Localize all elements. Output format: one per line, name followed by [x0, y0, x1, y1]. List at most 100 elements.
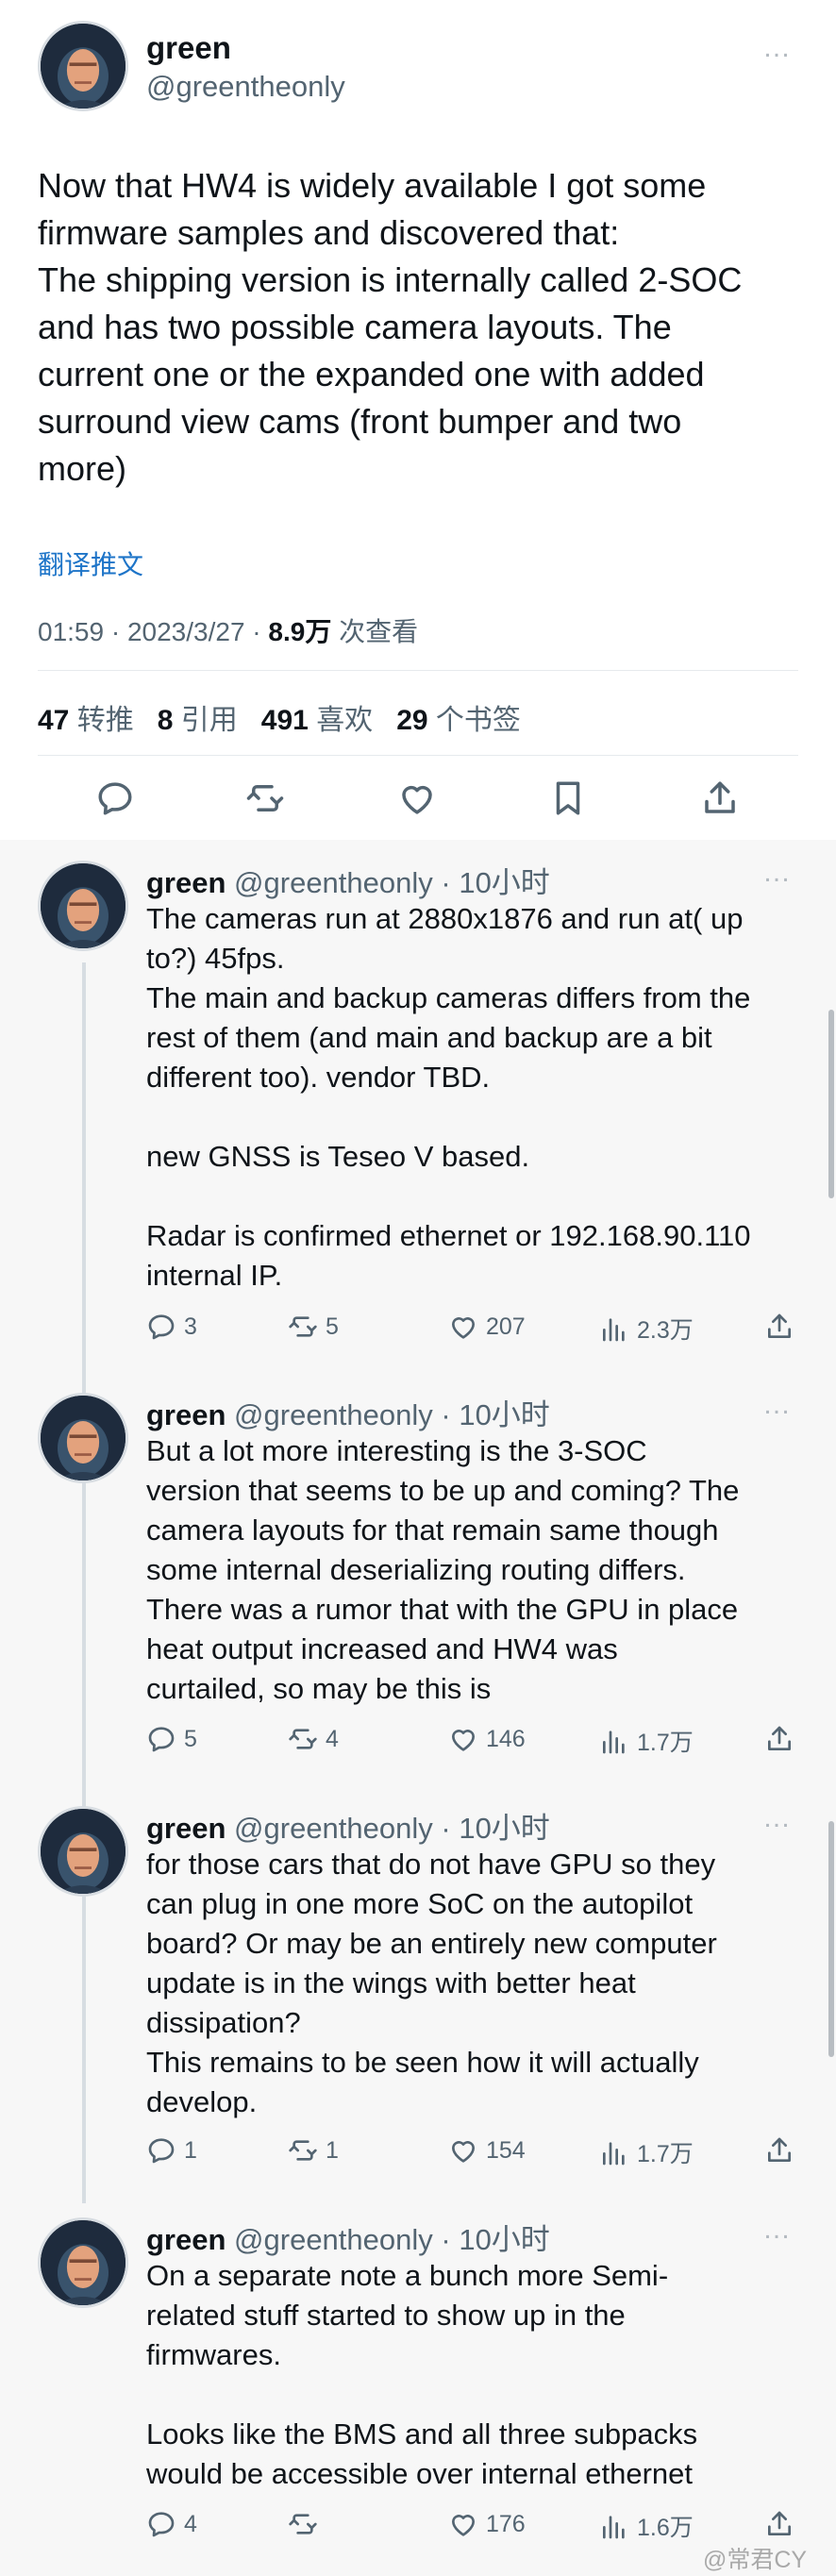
views-count: 2.3万: [637, 1317, 694, 1344]
like-icon: [452, 1317, 475, 1339]
reply-share-button[interactable]: [764, 1724, 794, 1754]
reply-avatar[interactable]: [38, 861, 128, 951]
reply-actions: 3 5 207 2.3万: [146, 1312, 807, 1349]
reply-icon: [148, 1314, 175, 1340]
share-icon: [768, 1313, 791, 1338]
tweet-time[interactable]: 01:59 · 2023/3/27 ·: [38, 617, 261, 646]
reply-retweet-button[interactable]: [288, 2509, 326, 2539]
reply-count: 4: [184, 2510, 197, 2537]
share-icon: [768, 2137, 791, 2162]
scrollbar[interactable]: [828, 1010, 834, 1198]
reply-author-name[interactable]: green: [146, 2223, 226, 2256]
reply-icon: [148, 1727, 175, 1752]
reply-views-button[interactable]: 1.6万: [599, 2509, 694, 2543]
more-options-icon[interactable]: …: [762, 2216, 794, 2244]
more-options-icon[interactable]: …: [762, 1391, 794, 1419]
retweet-count: 4: [326, 1725, 339, 1752]
views-count: 1.7万: [637, 2141, 694, 2167]
like-count: 146: [486, 1725, 526, 1752]
reply-actions: 5 4 146 1.7万: [146, 1724, 807, 1762]
reply-avatar[interactable]: [38, 2217, 128, 2308]
reply-like-button[interactable]: 154: [448, 2135, 526, 2166]
retweet-icon[interactable]: [245, 778, 285, 818]
reply-author-name[interactable]: green: [146, 866, 226, 899]
reply-header: green @greentheonly · 10小时: [146, 1804, 550, 1847]
reply-reply-button[interactable]: 1: [146, 2135, 197, 2166]
reply-reply-button[interactable]: 5: [146, 1724, 197, 1754]
reply-text: But a lot more interesting is the 3-SOC …: [146, 1434, 740, 1705]
reply-icon[interactable]: [95, 778, 135, 818]
reply-count: 5: [184, 1725, 197, 1752]
reply-author-name[interactable]: green: [146, 1398, 226, 1431]
scrollbar[interactable]: [828, 1821, 834, 2057]
reply-author-handle[interactable]: @greentheonly: [234, 1398, 433, 1431]
reply-count: 3: [184, 1313, 197, 1340]
reply-time[interactable]: · 10小时: [441, 1812, 549, 1845]
reply-views-button[interactable]: 1.7万: [599, 1724, 694, 1758]
avatar-image: [41, 2220, 125, 2305]
more-options-icon[interactable]: …: [762, 34, 794, 62]
avatar-image: [41, 24, 125, 109]
bookmarks-stat[interactable]: 29 个书签: [396, 705, 521, 736]
reply-avatar[interactable]: [38, 1393, 128, 1483]
views-count: 8.9万: [268, 617, 332, 646]
reply-views-button[interactable]: 1.7万: [599, 2135, 694, 2169]
author-handle[interactable]: @greentheonly: [146, 70, 345, 104]
like-icon: [452, 2141, 475, 2163]
retweet-count: 5: [326, 1313, 339, 1340]
like-count: 207: [486, 1313, 526, 1340]
reply-actions: 1 1 154 1.7万: [146, 2135, 807, 2173]
reply-text: The cameras run at 2880x1876 and run at(…: [146, 902, 751, 1292]
share-icon[interactable]: [700, 778, 740, 818]
reply-share-button[interactable]: [764, 2509, 794, 2539]
reply-avatar[interactable]: [38, 1806, 128, 1897]
views-icon: [603, 1731, 625, 1754]
reply-icon: [148, 2512, 175, 2537]
like-count: 176: [486, 2510, 526, 2537]
reply-author-handle[interactable]: @greentheonly: [234, 2223, 433, 2256]
author-name[interactable]: green: [146, 30, 231, 66]
reply-retweet-button[interactable]: 4: [288, 1724, 339, 1754]
reply-author-name[interactable]: green: [146, 1812, 226, 1845]
reply-retweet-button[interactable]: 5: [288, 1312, 339, 1342]
reply-like-button[interactable]: 146: [448, 1724, 526, 1754]
bookmark-icon[interactable]: [548, 778, 588, 818]
thread-line: [82, 962, 86, 2203]
reply-time[interactable]: · 10小时: [441, 2223, 549, 2256]
likes-stat[interactable]: 491 喜欢: [261, 705, 373, 736]
divider: [38, 755, 798, 756]
reply-author-handle[interactable]: @greentheonly: [234, 1812, 433, 1845]
tweet-text: Now that HW4 is widely available I got s…: [38, 166, 743, 488]
avatar-image: [41, 1396, 125, 1480]
tweet-meta: 01:59 · 2023/3/27 · 8.9万 次查看: [38, 611, 418, 649]
views-count: 1.7万: [637, 1730, 694, 1756]
reply-time[interactable]: · 10小时: [441, 1398, 549, 1431]
reply-views-button[interactable]: 2.3万: [599, 1312, 694, 1346]
reply-text: On a separate note a bunch more Semi- re…: [146, 2259, 698, 2490]
reply-time[interactable]: · 10小时: [441, 866, 549, 899]
author-avatar[interactable]: [38, 21, 128, 111]
divider: [38, 670, 798, 671]
reply-like-button[interactable]: 176: [448, 2509, 526, 2539]
more-options-icon[interactable]: …: [762, 1804, 794, 1832]
reply-reply-button[interactable]: 4: [146, 2509, 197, 2539]
like-icon: [452, 1730, 475, 1751]
reply-share-button[interactable]: [764, 2135, 794, 2166]
retweet-icon: [289, 1316, 317, 1337]
like-icon[interactable]: [397, 778, 437, 818]
more-options-icon[interactable]: …: [762, 859, 794, 887]
retweets-stat[interactable]: 47 转推: [38, 705, 134, 736]
views-icon: [603, 1318, 625, 1342]
translate-tweet-link[interactable]: 翻译推文: [38, 544, 143, 582]
reply-author-handle[interactable]: @greentheonly: [234, 866, 433, 899]
reply-like-button[interactable]: 207: [448, 1312, 526, 1342]
avatar-image: [41, 863, 125, 948]
reply-retweet-button[interactable]: 1: [288, 2135, 339, 2166]
reply-share-button[interactable]: [764, 1312, 794, 1342]
reply-count: 1: [184, 2136, 197, 2164]
share-icon: [768, 2511, 791, 2535]
like-count: 154: [486, 2136, 526, 2164]
reply-reply-button[interactable]: 3: [146, 1312, 197, 1342]
reply-text: for those cars that do not have GPU so t…: [146, 1848, 717, 2118]
quotes-stat[interactable]: 8 引用: [158, 705, 238, 736]
